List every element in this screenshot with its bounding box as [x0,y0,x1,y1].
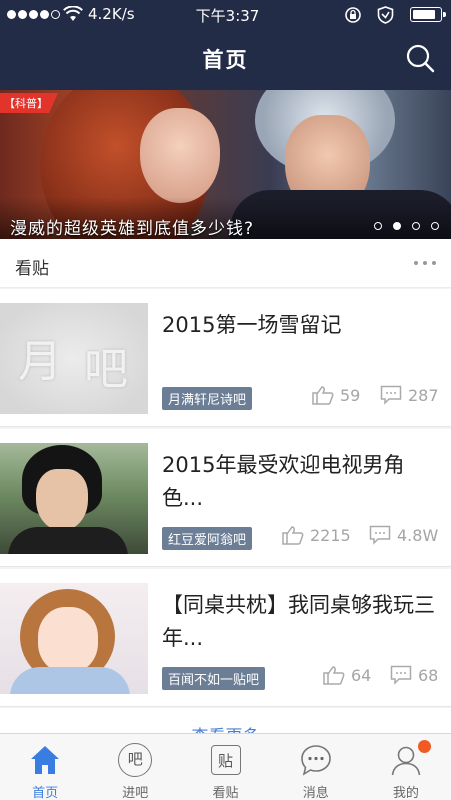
tab-bar: 首页 吧 进吧 贴 看贴 消息 我的 [0,733,451,800]
status-time: 下午3:37 [195,7,260,25]
post-item[interactable]: 【同桌共枕】我同桌够我玩三年... 百闻不如一贴吧 64 68 [0,569,451,707]
like-count[interactable]: 64 [323,665,371,685]
tab-messages[interactable]: 消息 [271,734,361,800]
comment-icon [390,665,412,685]
carousel-dot-active[interactable] [393,222,401,230]
post-thumbnail: 月吧 [0,303,148,414]
thumbs-up-icon [312,386,334,405]
like-count-value: 59 [340,385,361,405]
search-icon[interactable] [405,43,435,73]
see-more-link[interactable]: 查看更多 [0,722,451,733]
tab-home[interactable]: 首页 [0,734,90,800]
message-icon [300,745,331,776]
carousel-dot[interactable] [412,222,420,230]
forum-tag[interactable]: 红豆爱阿翁吧 [162,527,253,550]
more-icon[interactable] [414,261,436,265]
thumbs-up-icon [323,666,345,685]
shield-icon [377,6,394,24]
rotation-lock-icon [345,7,361,23]
tab-profile[interactable]: 我的 [361,734,451,800]
see-more-container: 查看更多 [0,708,451,733]
home-icon [31,746,60,774]
like-count[interactable]: 2215 [282,525,351,545]
tab-label: 首页 [32,786,59,800]
post-item[interactable]: 2015年最受欢迎电视男角色... 红豆爱阿翁吧 2215 4.8W [0,429,451,567]
tab-tie[interactable]: 贴 看贴 [180,734,270,800]
comment-count[interactable]: 68 [390,665,438,685]
forum-tag[interactable]: 月满轩尼诗吧 [162,387,253,410]
comment-count[interactable]: 4.8W [369,525,438,545]
comment-icon [369,525,391,545]
carousel-dot[interactable] [374,222,382,230]
tie-icon: 贴 [210,745,241,775]
comment-count-value: 4.8W [397,525,439,545]
post-item[interactable]: 月吧 2015第一场雪留记 月满轩尼诗吧 59 287 [0,289,451,427]
section-header: 看贴 [0,239,451,288]
tab-label: 看贴 [212,786,239,800]
tab-label: 我的 [392,786,419,800]
like-count[interactable]: 59 [312,385,360,405]
like-count-value: 2215 [310,525,351,545]
carousel-indicator [374,222,439,230]
carousel-dot[interactable] [431,222,439,230]
notification-badge [417,740,431,753]
battery-icon [410,7,446,22]
tab-ba[interactable]: 吧 进吧 [90,734,180,800]
network-speed: 4.2K/s [88,5,135,23]
like-count-value: 64 [351,665,372,685]
forum-tag[interactable]: 百闻不如一贴吧 [162,667,266,690]
post-title: 2015年最受欢迎电视男角色... [162,453,405,510]
status-bar: 4.2K/s 下午3:37 [0,0,451,30]
thumbs-up-icon [282,526,304,545]
tab-label: 消息 [302,786,329,800]
top-bar: 4.2K/s 下午3:37 首页 [0,0,451,90]
post-thumbnail [0,583,148,694]
post-thumbnail [0,443,148,554]
tab-label: 进吧 [122,786,149,800]
signal-strength-icon [7,10,60,19]
comment-icon [380,385,402,405]
post-title: 【同桌共枕】我同桌够我玩三年... [162,593,435,650]
comment-count-value: 287 [408,385,439,405]
comment-count-value: 68 [418,665,439,685]
section-title: 看贴 [15,259,49,279]
wifi-icon [63,6,83,21]
banner-caption[interactable]: 漫威的超级英雄到底值多少钱? [10,214,254,239]
page-title: 首页 [202,48,249,72]
banner-tag: 【科普】 [0,93,58,113]
post-title: 2015第一场雪留记 [162,313,342,337]
comment-count[interactable]: 287 [380,385,439,405]
ba-icon: 吧 [118,743,153,777]
